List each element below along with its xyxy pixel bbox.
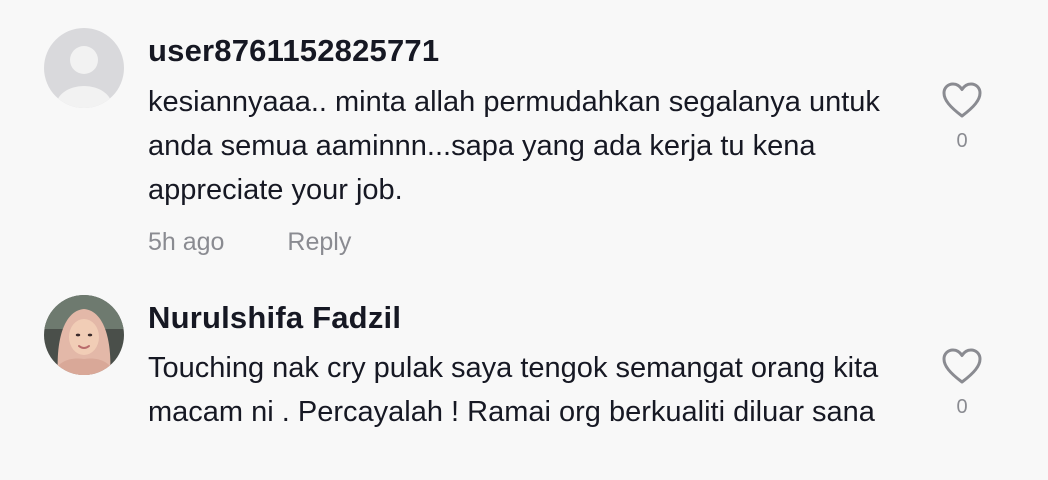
heart-outline-icon[interactable] [940,80,984,120]
comment-text: kesiannyaaa.. minta allah permudahkan se… [148,86,880,206]
reply-button[interactable]: Reply [287,228,351,257]
comment-timestamp: 5h ago [148,228,225,256]
like-control: 0 [940,346,984,419]
like-count: 0 [956,396,968,418]
comment-text: Touching nak cry pulak saya tengok seman… [148,352,879,428]
like-count: 0 [956,130,968,152]
comment-meta: 5h ago Reply [148,228,351,257]
profile-photo-avatar[interactable] [44,295,124,375]
heart-outline-icon[interactable] [940,346,984,386]
comment-username[interactable]: user8761152825771 [148,33,439,69]
default-user-avatar-icon[interactable] [44,28,124,108]
comment-username[interactable]: Nurulshifa Fadzil [148,300,401,336]
like-control: 0 [940,80,984,153]
